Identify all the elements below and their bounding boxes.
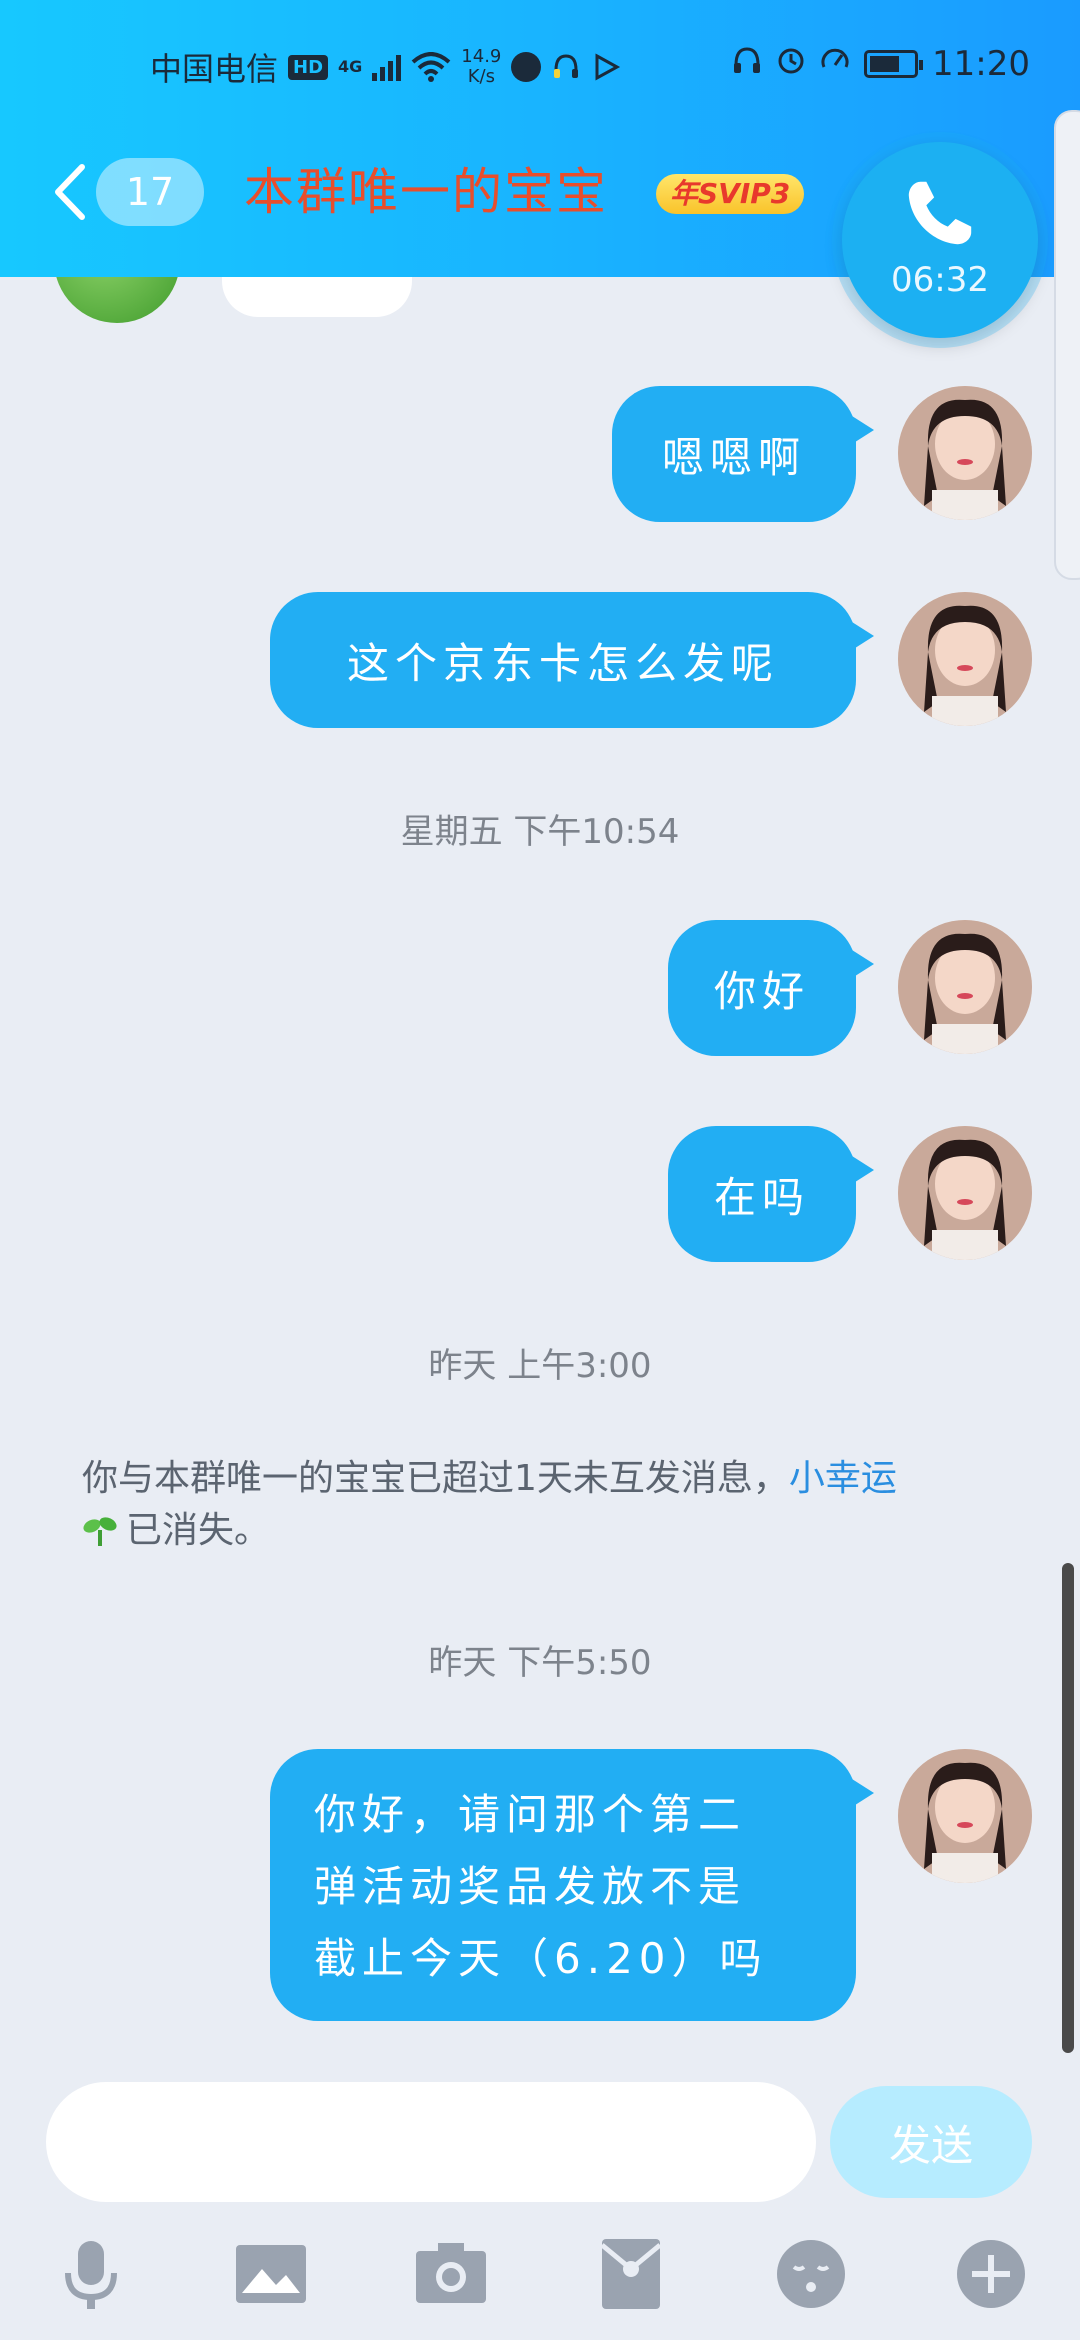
message-line: 你好，请问那个第二 (314, 1790, 747, 1839)
system-notice-suffix: 已消失。 (126, 1510, 271, 1551)
message-line: 弹活动奖品发放不是 (314, 1862, 747, 1911)
emoji-button[interactable] (766, 2229, 856, 2319)
headphone-icon (732, 45, 762, 83)
message-input[interactable] (46, 2082, 816, 2202)
avatar[interactable] (898, 920, 1032, 1054)
image-button[interactable] (226, 2229, 316, 2319)
network-speed: 14.9 K/s (461, 47, 501, 87)
camera-icon (416, 2243, 486, 2303)
message-timestamp: 昨天 上午3:00 (428, 1346, 652, 1386)
speedometer-icon (820, 45, 850, 83)
streak-link[interactable]: 小幸运 (789, 1458, 897, 1499)
headset-notification-icon (551, 52, 581, 82)
message-timestamp: 星期五 下午10:54 (400, 812, 680, 852)
signal-icon (372, 53, 402, 81)
clock: 11:20 (932, 44, 1030, 84)
app-notification-icon (511, 52, 542, 82)
message-bubble[interactable]: 嗯嗯啊 (612, 386, 874, 522)
message-bubble[interactable]: 在吗 (668, 1126, 874, 1262)
message-bubble[interactable]: 你好，请问那个第二 弹活动奖品发放不是 截止今天（6.20）吗 (270, 1749, 874, 2021)
speed-unit: K/s (467, 66, 495, 87)
peer-message-bubble[interactable] (222, 277, 412, 317)
carrier-name: 中国电信 (150, 50, 279, 88)
message-bubble[interactable]: 你好 (668, 920, 874, 1056)
status-bar: 中国电信 HD 4G 14.9 K/s 11:20 (0, 0, 1080, 130)
chat-title[interactable]: 本群唯一的宝宝 (244, 158, 608, 226)
speed-value: 14.9 (461, 46, 502, 67)
wifi-icon (411, 52, 451, 82)
message-line: 截止今天（6.20）吗 (314, 1934, 768, 1983)
phone-icon (908, 181, 972, 245)
avatar[interactable] (898, 1126, 1032, 1260)
system-notice-text: 你与本群唯一的宝宝已超过1天未互发消息， (82, 1458, 789, 1499)
hd-badge: HD (288, 54, 329, 80)
message-list[interactable]: 嗯嗯啊 这个京东卡怎么发呢 星期五 下午10:54 你好 在吗 昨天 上午3:0… (0, 277, 1080, 2057)
voice-button[interactable] (46, 2229, 136, 2319)
alarm-icon (776, 45, 806, 83)
send-button[interactable]: 发送 (830, 2086, 1032, 2198)
back-button[interactable] (50, 162, 90, 222)
red-packet-button[interactable] (586, 2229, 676, 2319)
chevron-left-icon (55, 164, 85, 220)
system-notice: 你与本群唯一的宝宝已超过1天未互发消息，小幸运 已消失。 (82, 1453, 1002, 1557)
status-left: 中国电信 HD 4G 14.9 K/s (150, 44, 621, 90)
composer: 发送 (0, 2057, 1080, 2207)
chat-screen: 中国电信 HD 4G 14.9 K/s 11:20 17 本群唯一的宝宝 年SV… (0, 0, 1080, 2340)
sprout-icon (83, 1517, 117, 1546)
more-button[interactable] (946, 2229, 1036, 2319)
unread-count-badge[interactable]: 17 (96, 158, 204, 226)
plus-icon (957, 2240, 1025, 2308)
play-notification-icon (591, 52, 621, 82)
avatar[interactable] (898, 592, 1032, 726)
image-icon (236, 2245, 306, 2303)
avatar[interactable] (898, 386, 1032, 520)
camera-button[interactable] (406, 2229, 496, 2319)
red-packet-icon (600, 2239, 662, 2309)
peer-avatar[interactable] (54, 277, 180, 323)
battery-icon (864, 50, 924, 78)
emoji-icon (777, 2240, 845, 2308)
status-right: 11:20 (732, 44, 1030, 84)
message-bubble[interactable]: 这个京东卡怎么发呢 (270, 592, 874, 728)
microphone-icon (65, 2241, 117, 2309)
network-type: 4G (338, 57, 363, 76)
avatar[interactable] (898, 1749, 1032, 1883)
composer-toolbar (0, 2215, 1080, 2340)
message-timestamp: 昨天 下午5:50 (428, 1643, 652, 1683)
scrollbar[interactable] (1062, 1563, 1074, 2053)
vip-badge: 年SVIP3 (656, 174, 805, 214)
